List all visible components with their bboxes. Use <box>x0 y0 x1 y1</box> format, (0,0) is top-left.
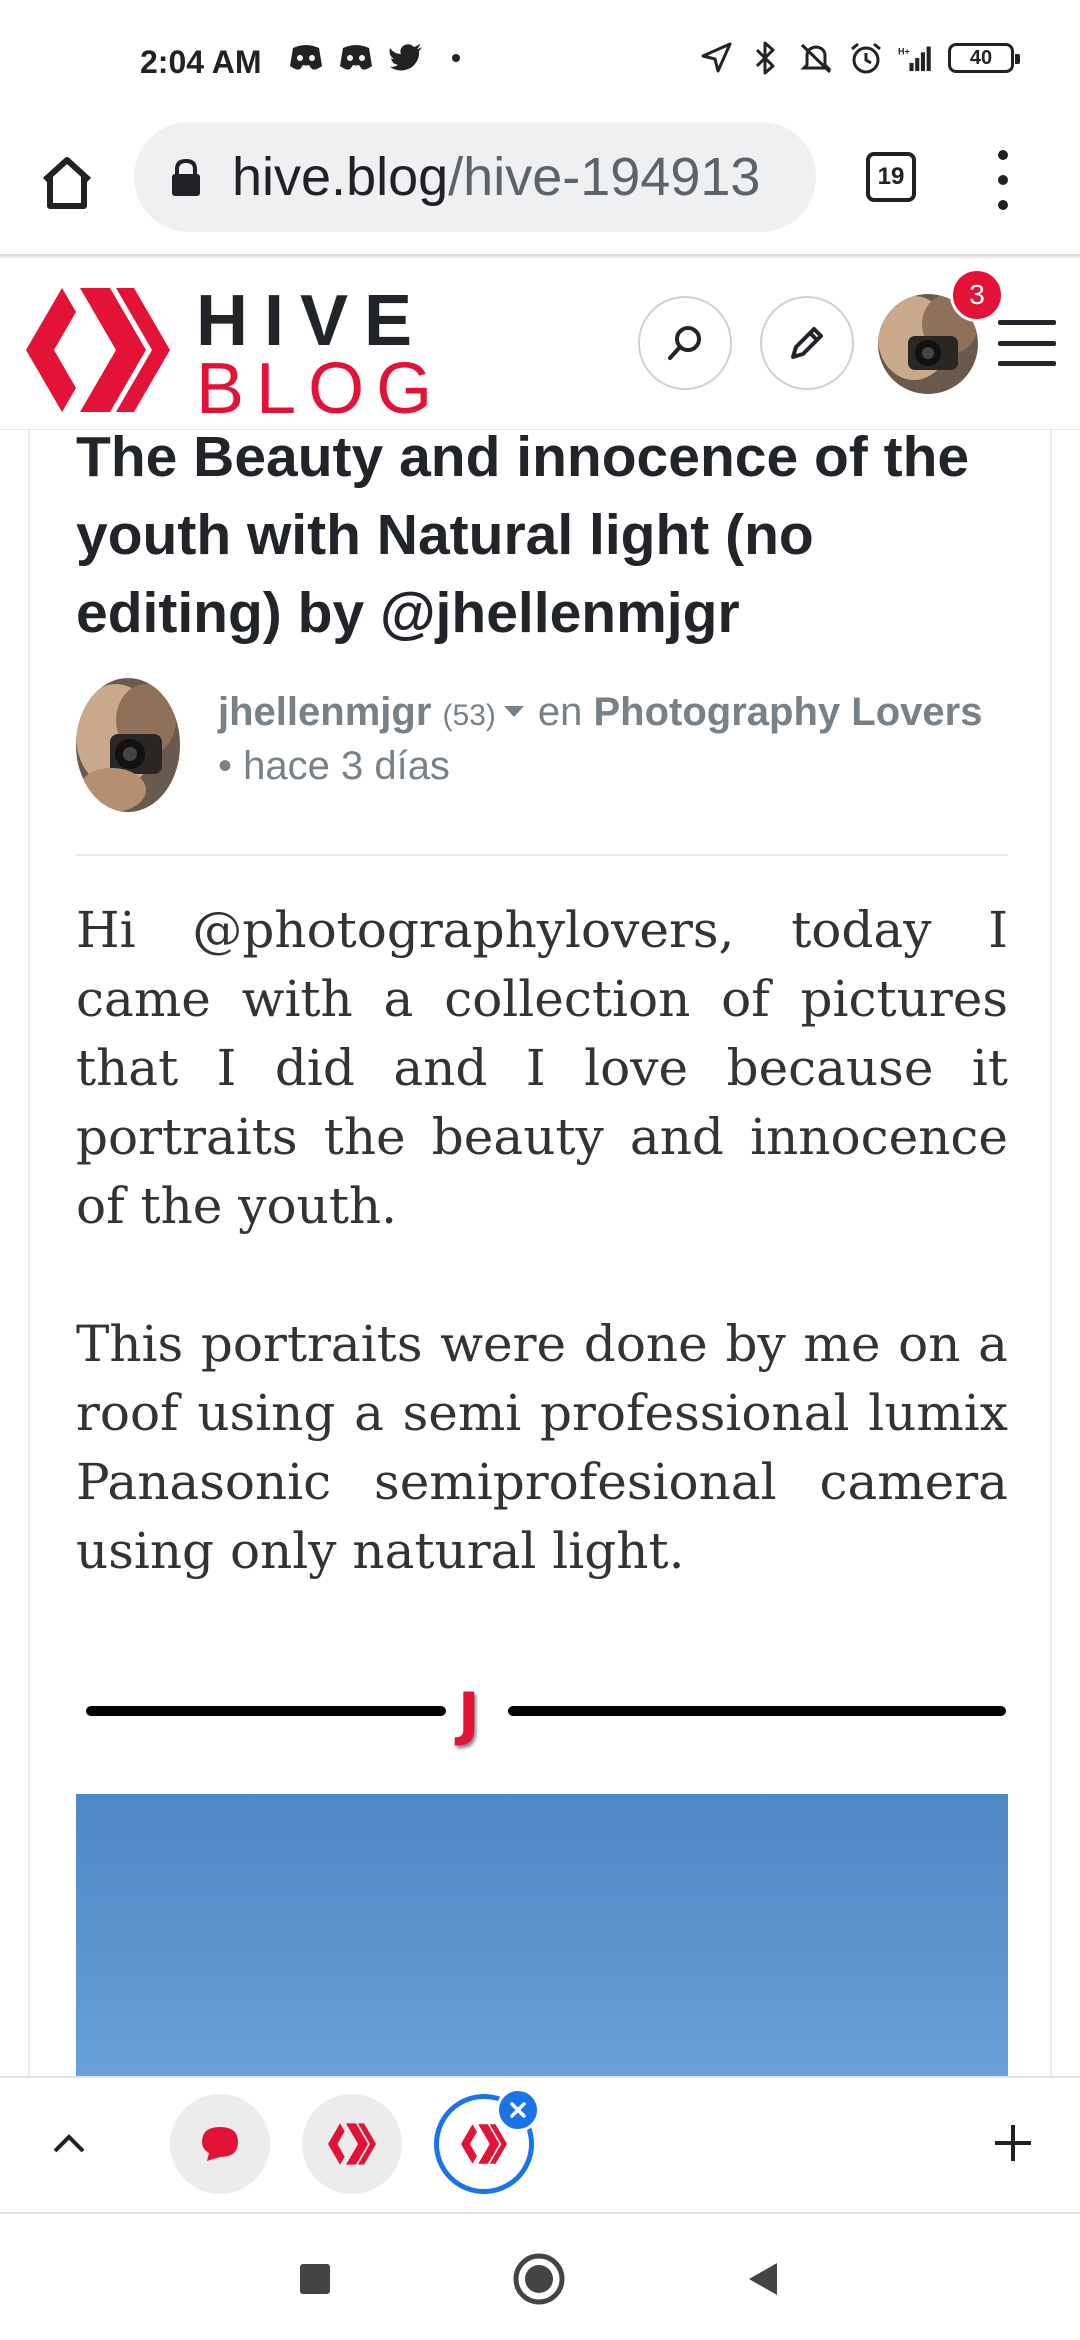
menu-icon[interactable] <box>998 320 1056 366</box>
url-host: hive.blog <box>232 147 449 207</box>
logo-text-blog[interactable]: BLOG <box>196 348 444 430</box>
separator-line-right <box>508 1706 1006 1716</box>
hive-logo-icon[interactable] <box>26 288 170 412</box>
lock-icon <box>172 158 200 196</box>
close-tab-button[interactable] <box>496 2088 540 2132</box>
post-time[interactable]: • hace 3 días <box>218 744 450 789</box>
write-post-button[interactable] <box>760 296 854 390</box>
post-title: The Beauty and innocence of the youth wi… <box>76 425 970 645</box>
author-info: jhellenmjgr (53) en Photography Lovers <box>218 690 982 735</box>
site-header: HIVE BLOG 3 <box>0 258 1080 430</box>
tab-switcher-button[interactable]: 19 <box>866 152 916 202</box>
square-icon <box>300 2264 330 2294</box>
post-body: Hi @photographylovers, today I came with… <box>76 896 1008 1655</box>
search-button[interactable] <box>638 296 732 390</box>
post-paragraph: This portraits were done by me on a roof… <box>76 1315 1008 1580</box>
back-triangle-icon <box>749 2263 777 2295</box>
divider <box>76 854 1008 856</box>
twitter-icon <box>388 40 424 76</box>
chevron-up-icon <box>53 2134 85 2153</box>
signal-icon: H+ <box>898 40 934 76</box>
circle-icon <box>513 2253 565 2305</box>
browser-menu-button[interactable] <box>988 150 1018 210</box>
url-path: /hive-194913 <box>448 147 761 207</box>
alarm-icon <box>848 40 884 76</box>
post-card: The Beauty and innocence of the youth wi… <box>28 380 1052 2094</box>
separator-banner: J <box>86 1680 1006 1748</box>
notification-icons <box>288 40 474 76</box>
home-icon <box>42 157 92 209</box>
separator-line-left <box>86 1706 446 1716</box>
status-bar: 2:04 AM H+ 40 <box>0 0 1080 120</box>
notification-badge[interactable]: 3 <box>950 268 1004 322</box>
author-name[interactable]: jhellenmjgr <box>218 690 431 734</box>
post-paragraph: Hi @photographylovers, today I came with… <box>76 901 1008 1235</box>
in-label: en <box>537 690 583 734</box>
pencil-icon <box>791 327 823 359</box>
home-button[interactable] <box>32 148 102 218</box>
author-row: jhellenmjgr (53) en Photography Lovers • … <box>76 678 1036 818</box>
new-tab-button[interactable] <box>988 2118 1038 2168</box>
status-time: 2:04 AM <box>140 44 262 80</box>
browser-toolbar: hive.blog/hive-194913 19 <box>0 120 1080 256</box>
hive-icon <box>461 2124 507 2164</box>
mute-icon <box>798 40 834 76</box>
address-bar[interactable]: hive.blog/hive-194913 <box>134 122 816 232</box>
author-avatar[interactable] <box>76 678 180 812</box>
discord-icon <box>288 40 324 76</box>
dot-icon <box>438 40 474 76</box>
author-dropdown-icon[interactable] <box>503 705 524 717</box>
tab-strip <box>0 2076 1080 2212</box>
tab-chat[interactable] <box>170 2094 270 2194</box>
svg-text:H+: H+ <box>898 47 910 57</box>
system-nav-bar <box>0 2212 1080 2340</box>
location-icon <box>698 40 734 76</box>
discord-icon <box>338 40 374 76</box>
tab-hive[interactable] <box>302 2094 402 2194</box>
search-icon <box>668 326 701 360</box>
back-button[interactable] <box>728 2244 798 2314</box>
close-icon <box>510 2102 526 2118</box>
author-reputation: (53) <box>442 699 496 732</box>
battery-icon: 40 <box>948 43 1020 73</box>
post-image[interactable] <box>76 1794 1008 2094</box>
url-text: hive.blog/hive-194913 <box>232 146 760 208</box>
expand-tabs-button[interactable] <box>44 2118 94 2168</box>
separator-letter: J <box>458 1680 480 1748</box>
community-link[interactable]: Photography Lovers <box>594 690 983 734</box>
hive-icon <box>328 2123 376 2165</box>
bluetooth-icon <box>748 40 784 76</box>
chat-icon <box>202 2127 238 2161</box>
recents-button[interactable] <box>280 2244 350 2314</box>
plus-icon <box>995 2125 1031 2161</box>
system-icons: H+ 40 <box>698 40 1020 76</box>
home-nav-button[interactable] <box>504 2244 574 2314</box>
